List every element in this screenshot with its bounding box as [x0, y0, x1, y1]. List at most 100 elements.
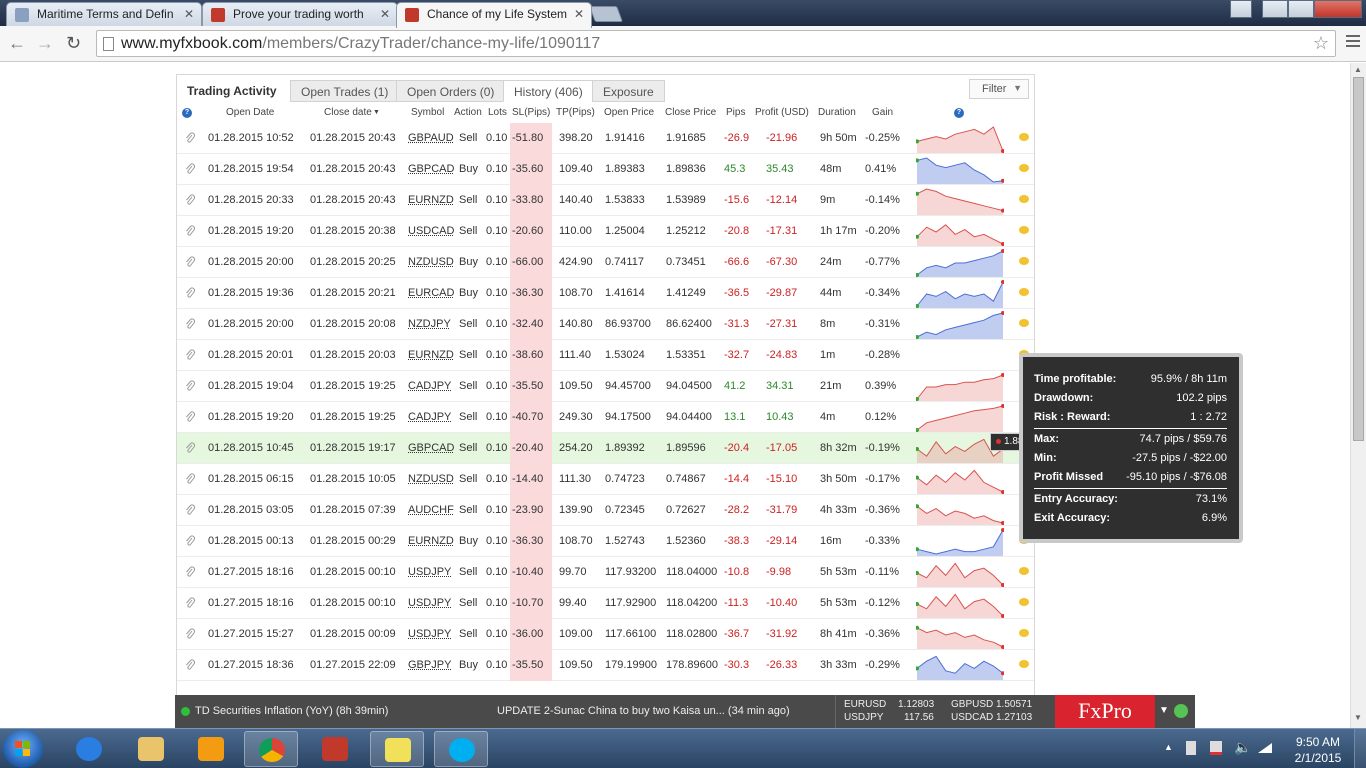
table-row[interactable]: 01.28.2015 10:52 01.28.2015 20:43 GBPAUD Se… [177, 123, 1034, 154]
col-sl-pips[interactable]: SL(Pips) [512, 107, 550, 118]
browser-tab-3[interactable]: Chance of my Life System ✕ [396, 2, 592, 28]
table-row[interactable]: 01.28.2015 20:00 01.28.2015 20:25 NZDUSD Bu… [177, 247, 1034, 278]
close-window-button[interactable] [1314, 0, 1362, 18]
trade-sparkline[interactable] [916, 590, 1004, 618]
trade-sparkline[interactable] [916, 621, 1004, 649]
fxpro-logo[interactable]: FxPro [1055, 695, 1155, 728]
user-icon[interactable] [1230, 0, 1252, 18]
comment-icon[interactable] [1019, 598, 1029, 606]
system-clock[interactable]: 9:50 AM 2/1/2015 [1290, 734, 1346, 766]
snipping-tool-taskbar-button[interactable] [308, 731, 362, 767]
trade-sparkline[interactable] [916, 218, 1004, 246]
table-row[interactable]: 01.28.2015 19:54 01.28.2015 20:43 GBPCAD Bu… [177, 154, 1034, 185]
file-explorer-taskbar-button[interactable] [124, 731, 178, 767]
action-center-icon[interactable] [1210, 741, 1222, 755]
symbol-link[interactable]: EURNZD [408, 194, 454, 206]
comment-icon[interactable] [1019, 660, 1029, 668]
symbol-link[interactable]: USDJPY [408, 566, 451, 578]
symbol-link[interactable]: USDCAD [408, 225, 454, 237]
comment-icon[interactable] [1019, 257, 1029, 265]
col-open-date[interactable]: Open Date [226, 107, 274, 118]
table-row[interactable]: 01.28.2015 06:15 01.28.2015 10:05 NZDUSD Se… [177, 464, 1034, 495]
paperclip-icon[interactable] [185, 256, 195, 268]
col-close-price[interactable]: Close Price [665, 107, 716, 118]
col-action[interactable]: Action [454, 107, 482, 118]
paperclip-icon[interactable] [185, 287, 195, 299]
scroll-down-icon[interactable]: ▼ [1354, 713, 1362, 722]
trade-sparkline[interactable] [916, 249, 1004, 277]
table-row[interactable]: 01.28.2015 10:45 01.28.2015 19:17 GBPCAD Se… [177, 433, 1034, 464]
scroll-up-icon[interactable]: ▲ [1354, 65, 1362, 74]
symbol-link[interactable]: GBPJPY [408, 659, 451, 671]
comment-icon[interactable] [1019, 195, 1029, 203]
trade-sparkline[interactable] [916, 404, 1004, 432]
paperclip-icon[interactable] [185, 194, 195, 206]
trade-sparkline[interactable] [916, 125, 1004, 153]
trade-sparkline[interactable] [916, 528, 1004, 556]
close-tab-icon[interactable]: ✕ [380, 7, 390, 21]
scrollbar-thumb[interactable] [1353, 77, 1364, 441]
media-player-taskbar-button[interactable] [184, 731, 238, 767]
trade-sparkline[interactable] [916, 497, 1004, 525]
paperclip-icon[interactable] [185, 535, 195, 547]
comment-icon[interactable] [1019, 133, 1029, 141]
col-pips[interactable]: Pips [726, 107, 745, 118]
comment-icon[interactable] [1019, 164, 1029, 172]
help-icon[interactable]: ? [954, 108, 964, 118]
tab-open-orders[interactable]: Open Orders (0) [396, 80, 505, 102]
symbol-link[interactable]: EURNZD [408, 349, 454, 361]
symbol-link[interactable]: USDJPY [408, 597, 451, 609]
table-row[interactable]: 01.28.2015 19:36 01.28.2015 20:21 EURCAD Bu… [177, 278, 1034, 309]
col-lots[interactable]: Lots [488, 107, 507, 118]
table-row[interactable]: 01.28.2015 19:20 01.28.2015 19:25 CADJPY Se… [177, 402, 1034, 433]
trade-sparkline[interactable] [916, 311, 1004, 339]
browser-tab-1[interactable]: Maritime Terms and Defin ✕ [6, 2, 202, 26]
paperclip-icon[interactable] [185, 473, 195, 485]
device-icon[interactable] [1186, 741, 1196, 755]
reload-icon[interactable]: ↻ [66, 33, 81, 54]
table-row[interactable]: 01.28.2015 20:33 01.28.2015 20:43 EURNZD Se… [177, 185, 1034, 216]
browser-tab-2[interactable]: Prove your trading worth ✕ [202, 2, 398, 26]
paperclip-icon[interactable] [185, 318, 195, 330]
internet-explorer-taskbar-button[interactable] [62, 731, 116, 767]
comment-icon[interactable] [1019, 629, 1029, 637]
paperclip-icon[interactable] [185, 132, 195, 144]
table-row[interactable]: 01.28.2015 19:04 01.28.2015 19:25 CADJPY Se… [177, 371, 1034, 402]
trade-sparkline[interactable] [916, 373, 1004, 401]
paperclip-icon[interactable] [185, 659, 195, 671]
address-bar[interactable]: www.myfxbook.com/members/CrazyTrader/cha… [96, 30, 1336, 57]
close-tab-icon[interactable]: ✕ [184, 7, 194, 21]
page-scrollbar[interactable]: ▲ ▼ [1350, 63, 1366, 728]
trade-sparkline[interactable] [916, 280, 1004, 308]
table-row[interactable]: 01.28.2015 20:00 01.28.2015 20:08 NZDJPY Se… [177, 309, 1034, 340]
col-duration[interactable]: Duration [818, 107, 856, 118]
close-tab-icon[interactable]: ✕ [574, 7, 584, 21]
table-row[interactable]: 01.28.2015 20:01 01.28.2015 20:03 EURNZD Se… [177, 340, 1034, 371]
symbol-link[interactable]: AUDCHF [408, 504, 454, 516]
network-signal-icon[interactable] [1258, 743, 1272, 753]
show-hidden-icons-icon[interactable]: ▲ [1164, 742, 1173, 752]
comment-icon[interactable] [1019, 226, 1029, 234]
table-row[interactable]: 01.28.2015 00:13 01.28.2015 00:29 EURNZD Bu… [177, 526, 1034, 557]
symbol-link[interactable]: EURCAD [408, 287, 454, 299]
symbol-link[interactable]: GBPCAD [408, 163, 454, 175]
trade-sparkline[interactable] [916, 559, 1004, 587]
trade-sparkline[interactable] [916, 466, 1004, 494]
symbol-link[interactable]: GBPCAD [408, 442, 454, 454]
symbol-link[interactable]: CADJPY [408, 411, 451, 423]
comment-icon[interactable] [1019, 319, 1029, 327]
table-row[interactable]: 01.27.2015 15:27 01.28.2015 00:09 USDJPY Se… [177, 619, 1034, 650]
symbol-link[interactable]: USDJPY [408, 628, 451, 640]
paperclip-icon[interactable] [185, 504, 195, 516]
tab-exposure[interactable]: Exposure [592, 80, 665, 102]
new-tab-button[interactable] [589, 6, 623, 22]
symbol-link[interactable]: NZDUSD [408, 473, 454, 485]
help-icon[interactable]: ? [182, 108, 192, 118]
symbol-link[interactable]: GBPAUD [408, 132, 454, 144]
table-row[interactable]: 01.27.2015 18:16 01.28.2015 00:10 USDJPY Se… [177, 557, 1034, 588]
table-row[interactable]: 01.28.2015 19:20 01.28.2015 20:38 USDCAD Se… [177, 216, 1034, 247]
symbol-link[interactable]: NZDUSD [408, 256, 454, 268]
symbol-link[interactable]: EURNZD [408, 535, 454, 547]
forward-arrow-icon[interactable]: → [36, 33, 54, 54]
col-symbol[interactable]: Symbol [411, 107, 444, 118]
